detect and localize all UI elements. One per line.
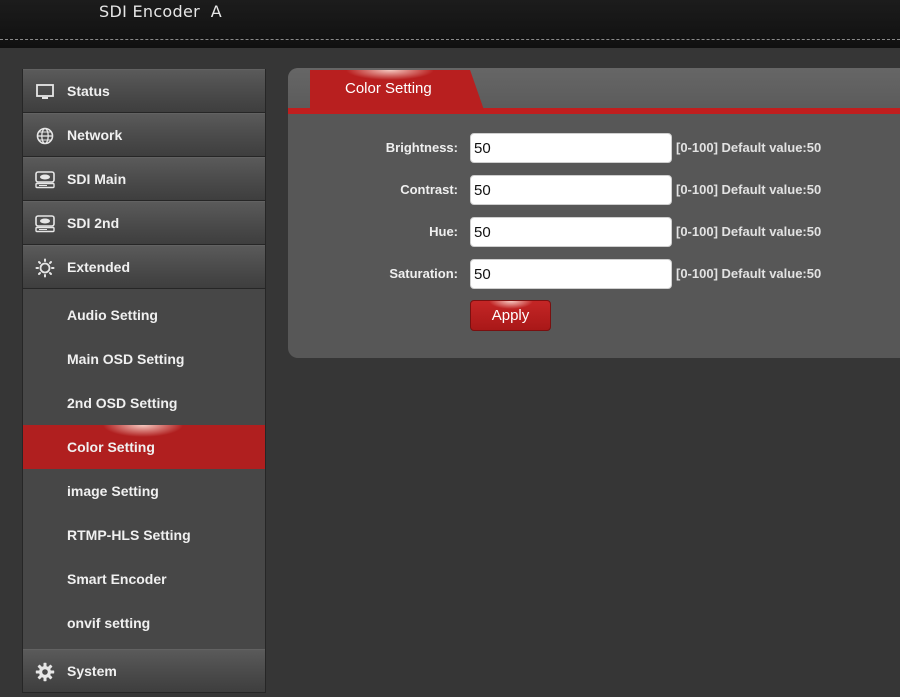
submenu-item-onvif-setting[interactable]: onvif setting — [23, 601, 265, 645]
submenu-item-main-osd-setting[interactable]: Main OSD Setting — [23, 337, 265, 381]
drive-icon — [35, 170, 55, 190]
globe-icon — [35, 126, 55, 146]
brightness-label: Brightness: — [385, 140, 458, 155]
hue-input[interactable] — [470, 217, 672, 247]
sidebar-item-sdi-2nd[interactable]: SDI 2nd — [23, 201, 265, 245]
submenu-item-image-setting[interactable]: image Setting — [23, 469, 265, 513]
sidebar-item-label: SDI Main — [67, 171, 127, 187]
brightness-input[interactable] — [470, 133, 672, 163]
contrast-row: Contrast: [0-100] Default value:50 — [288, 175, 900, 205]
submenu-item-label: 2nd OSD Setting — [67, 395, 178, 411]
sidebar-item-label: SDI 2nd — [67, 215, 120, 231]
tab-color-setting[interactable]: Color Setting — [310, 70, 484, 110]
monitor-icon — [35, 82, 55, 102]
sidebar-item-system[interactable]: System — [23, 649, 265, 693]
submenu-item-label: image Setting — [67, 483, 159, 499]
hue-row: Hue: [0-100] Default value:50 — [288, 217, 900, 247]
submenu-item-smart-encoder[interactable]: Smart Encoder — [23, 557, 265, 601]
submenu-item-label: Audio Setting — [67, 307, 158, 323]
sidebar: Status Network SDI Main SDI 2nd Extended… — [22, 69, 266, 693]
sidebar-item-label: Status — [67, 83, 110, 99]
color-setting-panel: Color Setting Brightness: [0-100] Defaul… — [288, 68, 900, 358]
sidebar-item-label: System — [67, 663, 117, 679]
submenu-item-rtmp-hls-setting[interactable]: RTMP-HLS Setting — [23, 513, 265, 557]
saturation-label: Saturation: — [389, 266, 458, 281]
sidebar-item-label: Extended — [67, 259, 131, 275]
submenu-item-2nd-osd-setting[interactable]: 2nd OSD Setting — [23, 381, 265, 425]
header-bar: SDI Encoder A — [0, 0, 900, 48]
apply-button[interactable]: Apply — [470, 300, 551, 331]
sidebar-item-label: Network — [67, 127, 123, 143]
header-divider — [0, 39, 900, 40]
brightness-hint: [0-100] Default value:50 — [676, 140, 822, 155]
submenu-item-label: Color Setting — [67, 439, 155, 455]
submenu-item-label: onvif setting — [67, 615, 151, 631]
submenu-item-label: Smart Encoder — [67, 571, 167, 587]
contrast-label: Contrast: — [400, 182, 458, 197]
contrast-input[interactable] — [470, 175, 672, 205]
sidebar-item-status[interactable]: Status — [23, 69, 265, 113]
hue-label: Hue: — [429, 224, 458, 239]
submenu-item-label: RTMP-HLS Setting — [67, 527, 191, 543]
submenu-item-label: Main OSD Setting — [67, 351, 185, 367]
submenu-item-audio-setting[interactable]: Audio Setting — [23, 293, 265, 337]
hue-hint: [0-100] Default value:50 — [676, 224, 822, 239]
contrast-hint: [0-100] Default value:50 — [676, 182, 822, 197]
brightness-row: Brightness: [0-100] Default value:50 — [288, 133, 900, 163]
sun-gear-icon — [35, 258, 55, 278]
sidebar-item-sdi-main[interactable]: SDI Main — [23, 157, 265, 201]
gear-icon — [35, 662, 55, 682]
tab-label: Color Setting — [345, 80, 432, 97]
sidebar-item-network[interactable]: Network — [23, 113, 265, 157]
saturation-row: Saturation: [0-100] Default value:50 — [288, 259, 900, 289]
drive-icon — [35, 214, 55, 234]
sidebar-item-extended[interactable]: Extended — [23, 245, 265, 289]
saturation-input[interactable] — [470, 259, 672, 289]
app-title: SDI Encoder A — [99, 2, 223, 21]
saturation-hint: [0-100] Default value:50 — [676, 266, 822, 281]
submenu-item-color-setting[interactable]: Color Setting — [23, 425, 265, 469]
